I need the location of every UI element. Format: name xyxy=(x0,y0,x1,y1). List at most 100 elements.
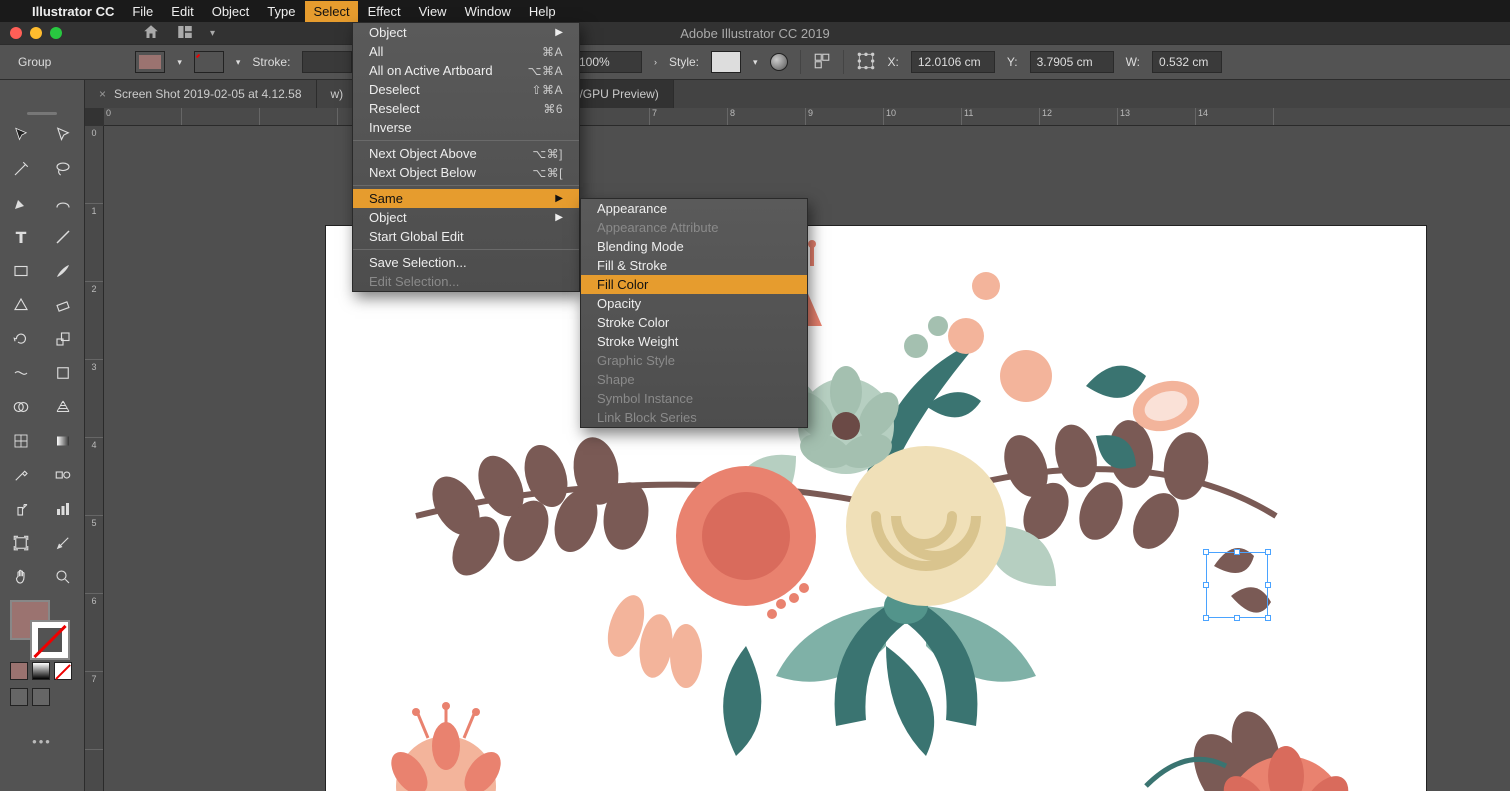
width-tool[interactable] xyxy=(0,356,42,390)
shape-builder-tool[interactable] xyxy=(0,390,42,424)
screen-mode-icon[interactable] xyxy=(32,688,50,706)
submenu-item-appearance[interactable]: Appearance xyxy=(581,199,807,218)
menu-object[interactable]: Object xyxy=(212,4,250,19)
slice-tool[interactable] xyxy=(42,526,84,560)
menu-item-reselect[interactable]: Reselect⌘6 xyxy=(353,99,579,118)
column-graph-tool[interactable] xyxy=(42,492,84,526)
menu-item-object[interactable]: Object▶ xyxy=(353,23,579,42)
menu-item-all[interactable]: All⌘A xyxy=(353,42,579,61)
ruler-horizontal[interactable]: 0567891011121314 xyxy=(104,108,1510,126)
selection-bounding-box[interactable] xyxy=(1206,552,1268,618)
pen-tool[interactable] xyxy=(0,186,42,220)
artwork-floral[interactable] xyxy=(326,226,1426,791)
close-window-button[interactable] xyxy=(10,27,22,39)
opacity-field[interactable]: 100% xyxy=(572,51,642,73)
edit-toolbar-icon[interactable]: ••• xyxy=(0,724,84,758)
menu-help[interactable]: Help xyxy=(529,4,556,19)
lasso-tool[interactable] xyxy=(42,152,84,186)
menu-type[interactable]: Type xyxy=(267,4,295,19)
transform-icon[interactable] xyxy=(856,51,876,74)
artboard-tool[interactable] xyxy=(0,526,42,560)
x-field[interactable]: 12.0106 cm xyxy=(911,51,995,73)
chevron-down-icon[interactable]: ▾ xyxy=(210,28,215,39)
perspective-grid-tool[interactable] xyxy=(42,390,84,424)
panel-grip[interactable] xyxy=(0,108,84,118)
menu-file[interactable]: File xyxy=(132,4,153,19)
blend-tool[interactable] xyxy=(42,458,84,492)
align-icon[interactable] xyxy=(813,52,831,73)
same-submenu[interactable]: AppearanceAppearance AttributeBlending M… xyxy=(580,198,808,428)
menu-select[interactable]: Select xyxy=(305,1,357,22)
gradient-mode-swatch[interactable] xyxy=(32,662,50,680)
submenu-item-fill-stroke[interactable]: Fill & Stroke xyxy=(581,256,807,275)
fill-swatch[interactable] xyxy=(135,51,165,73)
document-tab[interactable]: × Screen Shot 2019-02-05 at 4.12.58 xyxy=(85,80,317,108)
menu-item-next-object-below[interactable]: Next Object Below⌥⌘[ xyxy=(353,163,579,182)
maximize-window-button[interactable] xyxy=(50,27,62,39)
screen-mode-icon[interactable] xyxy=(10,688,28,706)
menu-item-all-on-active-artboard[interactable]: All on Active Artboard⌥⌘A xyxy=(353,61,579,80)
selection-tool[interactable] xyxy=(0,118,42,152)
fill-stroke-controls[interactable] xyxy=(0,594,84,658)
direct-selection-tool[interactable] xyxy=(42,118,84,152)
w-field[interactable]: 0.532 cm xyxy=(1152,51,1222,73)
type-tool[interactable] xyxy=(0,220,42,254)
submenu-item-stroke-weight[interactable]: Stroke Weight xyxy=(581,332,807,351)
stroke-swatch[interactable] xyxy=(194,51,224,73)
none-mode-swatch[interactable] xyxy=(54,662,72,680)
eraser-tool[interactable] xyxy=(42,288,84,322)
hand-tool[interactable] xyxy=(0,560,42,594)
stroke-color-box[interactable] xyxy=(30,620,70,660)
chevron-down-icon[interactable]: ▾ xyxy=(236,57,241,68)
rectangle-tool[interactable] xyxy=(0,254,42,288)
menu-window[interactable]: Window xyxy=(465,4,511,19)
menu-item-start-global-edit[interactable]: Start Global Edit xyxy=(353,227,579,246)
eyedropper-tool[interactable] xyxy=(0,458,42,492)
chevron-right-icon[interactable]: › xyxy=(654,57,657,67)
traffic-lights[interactable] xyxy=(0,27,62,39)
macos-menubar[interactable]: Illustrator CC File Edit Object Type Sel… xyxy=(0,0,1510,22)
color-mode-swatch[interactable] xyxy=(10,662,28,680)
symbol-sprayer-tool[interactable] xyxy=(0,492,42,526)
scale-tool[interactable] xyxy=(42,322,84,356)
chevron-down-icon[interactable]: ▾ xyxy=(177,57,182,68)
submenu-item-appearance-attribute: Appearance Attribute xyxy=(581,218,807,237)
menu-effect[interactable]: Effect xyxy=(368,4,401,19)
style-swatch[interactable] xyxy=(711,51,741,73)
line-tool[interactable] xyxy=(42,220,84,254)
rotate-tool[interactable] xyxy=(0,322,42,356)
submenu-item-stroke-color[interactable]: Stroke Color xyxy=(581,313,807,332)
recolor-artwork-icon[interactable] xyxy=(770,53,788,71)
stroke-weight-field[interactable] xyxy=(302,51,352,73)
ruler-vertical[interactable]: 01234567 xyxy=(85,126,104,791)
menu-edit[interactable]: Edit xyxy=(171,4,193,19)
menu-item-next-object-above[interactable]: Next Object Above⌥⌘] xyxy=(353,144,579,163)
select-menu-dropdown[interactable]: Object▶All⌘AAll on Active Artboard⌥⌘ADes… xyxy=(352,22,580,292)
menu-item-deselect[interactable]: Deselect⇧⌘A xyxy=(353,80,579,99)
artboard[interactable] xyxy=(326,226,1426,791)
curvature-tool[interactable] xyxy=(42,186,84,220)
submenu-item-fill-color[interactable]: Fill Color xyxy=(581,275,807,294)
menu-item-object[interactable]: Object▶ xyxy=(353,208,579,227)
zoom-tool[interactable] xyxy=(42,560,84,594)
y-field[interactable]: 3.7905 cm xyxy=(1030,51,1114,73)
menu-item-same[interactable]: Same▶ xyxy=(353,189,579,208)
submenu-item-blending-mode[interactable]: Blending Mode xyxy=(581,237,807,256)
mesh-tool[interactable] xyxy=(0,424,42,458)
gradient-tool[interactable] xyxy=(42,424,84,458)
close-tab-icon[interactable]: × xyxy=(99,87,106,101)
free-transform-tool[interactable] xyxy=(42,356,84,390)
y-label: Y: xyxy=(1007,55,1018,69)
paintbrush-tool[interactable] xyxy=(42,254,84,288)
minimize-window-button[interactable] xyxy=(30,27,42,39)
menu-item-save-selection-[interactable]: Save Selection... xyxy=(353,253,579,272)
app-name[interactable]: Illustrator CC xyxy=(32,4,114,19)
magic-wand-tool[interactable] xyxy=(0,152,42,186)
submenu-item-opacity[interactable]: Opacity xyxy=(581,294,807,313)
menu-item-inverse[interactable]: Inverse xyxy=(353,118,579,137)
chevron-down-icon[interactable]: ▾ xyxy=(753,57,758,68)
home-icon[interactable] xyxy=(142,23,160,44)
arrange-docs-icon[interactable] xyxy=(176,23,194,44)
shaper-tool[interactable] xyxy=(0,288,42,322)
menu-view[interactable]: View xyxy=(419,4,447,19)
